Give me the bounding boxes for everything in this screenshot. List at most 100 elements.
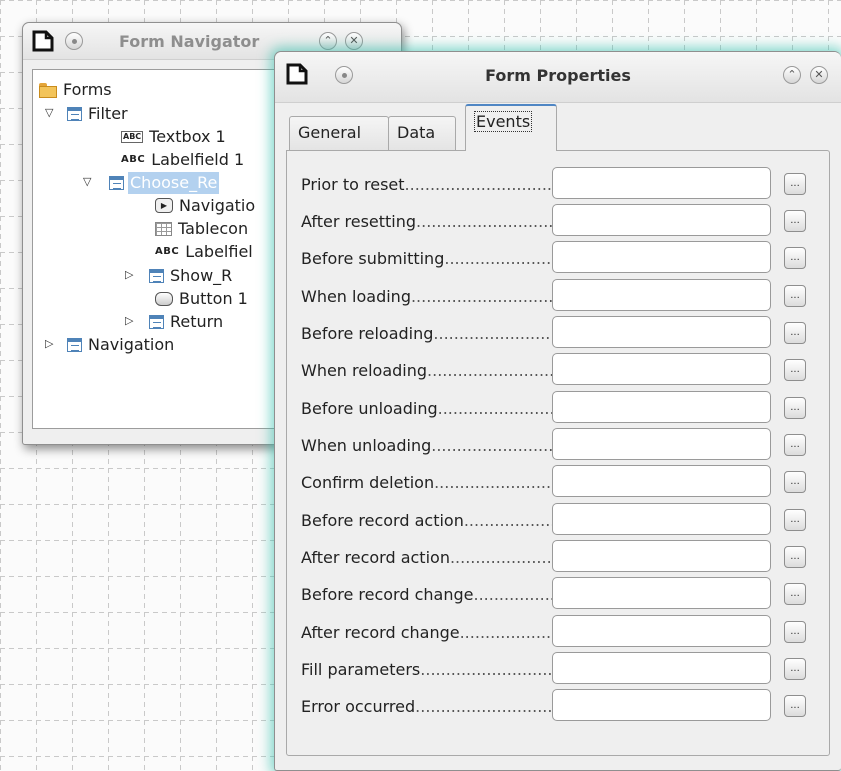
assign-macro-button[interactable]: ... bbox=[784, 695, 806, 717]
tree-item-navigation-bar[interactable]: ▶ Navigatio bbox=[155, 194, 257, 216]
event-row-prior-to-reset: Prior to reset..........................… bbox=[287, 167, 827, 201]
event-label: Before unloading........................… bbox=[301, 399, 553, 418]
event-field-fill-parameters[interactable] bbox=[552, 652, 771, 684]
assign-macro-button[interactable]: ... bbox=[784, 658, 806, 680]
event-row-confirm-deletion: Confirm deletion........................… bbox=[287, 465, 827, 499]
form-icon bbox=[67, 337, 82, 352]
collapsed-triangle-icon[interactable]: ▷ bbox=[125, 310, 139, 332]
event-row-after-resetting: After resetting.........................… bbox=[287, 204, 827, 238]
event-row-before-unloading: Before unloading........................… bbox=[287, 391, 827, 425]
form-properties-titlebar[interactable]: Form Properties ⌃ ✕ bbox=[275, 52, 841, 103]
assign-macro-button[interactable]: ... bbox=[784, 173, 806, 195]
event-field-before-record-change[interactable] bbox=[552, 577, 771, 609]
collapsed-triangle-icon[interactable]: ▷ bbox=[45, 333, 59, 355]
event-label: After record action.....................… bbox=[301, 548, 553, 567]
event-field-when-loading[interactable] bbox=[552, 279, 771, 311]
tree-item-textbox[interactable]: ABC Textbox 1 bbox=[121, 125, 228, 147]
event-field-after-record-change[interactable] bbox=[552, 615, 771, 647]
form-properties-window[interactable]: Form Properties ⌃ ✕ General Data Events … bbox=[274, 51, 841, 771]
tree-item-button[interactable]: Button 1 bbox=[155, 287, 250, 309]
assign-macro-button[interactable]: ... bbox=[784, 397, 806, 419]
app-document-icon bbox=[32, 30, 54, 52]
event-row-before-submitting: Before submitting.......................… bbox=[287, 241, 827, 275]
event-field-before-submitting[interactable] bbox=[552, 241, 771, 273]
event-label: Before record action....................… bbox=[301, 511, 553, 530]
event-label: Prior to reset..........................… bbox=[301, 175, 553, 194]
tree-item-forms[interactable]: Forms bbox=[39, 78, 114, 100]
assign-macro-button[interactable]: ... bbox=[784, 621, 806, 643]
maximize-icon[interactable]: ⌃ bbox=[319, 32, 337, 50]
form-navigator-title: Form Navigator bbox=[119, 32, 260, 51]
assign-macro-button[interactable]: ... bbox=[784, 434, 806, 456]
event-label: When reloading..........................… bbox=[301, 361, 553, 380]
event-label: When loading............................… bbox=[301, 287, 553, 306]
event-field-after-record-action[interactable] bbox=[552, 540, 771, 572]
event-label: When unloading..........................… bbox=[301, 436, 553, 455]
tree-item-choose-re[interactable]: ▽ Choose_Re bbox=[81, 171, 220, 194]
event-row-when-loading: When loading............................… bbox=[287, 279, 827, 313]
close-icon[interactable]: ✕ bbox=[345, 32, 363, 50]
event-field-after-resetting[interactable] bbox=[552, 204, 771, 236]
form-icon bbox=[109, 175, 124, 190]
event-row-when-reloading: When reloading..........................… bbox=[287, 353, 827, 387]
event-row-before-record-action: Before record action....................… bbox=[287, 503, 827, 537]
assign-macro-button[interactable]: ... bbox=[784, 471, 806, 493]
event-field-prior-to-reset[interactable] bbox=[552, 167, 771, 199]
event-field-before-record-action[interactable] bbox=[552, 503, 771, 535]
event-row-error-occurred: Error occurred..........................… bbox=[287, 689, 827, 723]
assign-macro-button[interactable]: ... bbox=[784, 322, 806, 344]
event-field-before-unloading[interactable] bbox=[552, 391, 771, 423]
navigation-bar-icon: ▶ bbox=[155, 198, 173, 213]
event-row-before-reloading: Before reloading........................… bbox=[287, 316, 827, 350]
event-label: Before record change....................… bbox=[301, 585, 553, 604]
expanded-triangle-icon[interactable]: ▽ bbox=[45, 102, 59, 124]
button-icon bbox=[155, 291, 173, 306]
label-icon: ABC bbox=[121, 153, 146, 165]
table-control-icon bbox=[155, 221, 172, 236]
event-label: Confirm deletion........................… bbox=[301, 473, 553, 492]
tree-item-show-r[interactable]: ▷ Show_R bbox=[121, 264, 234, 286]
form-icon bbox=[149, 314, 164, 329]
textbox-icon: ABC bbox=[121, 130, 144, 143]
event-field-when-unloading[interactable] bbox=[552, 428, 771, 460]
assign-macro-button[interactable]: ... bbox=[784, 285, 806, 307]
event-field-error-occurred[interactable] bbox=[552, 689, 771, 721]
event-field-before-reloading[interactable] bbox=[552, 316, 771, 348]
tree-item-table-control[interactable]: Tablecon bbox=[155, 217, 250, 239]
event-label: Before submitting.......................… bbox=[301, 249, 553, 268]
tab-events[interactable]: Events bbox=[465, 104, 557, 151]
maximize-icon[interactable]: ⌃ bbox=[783, 66, 801, 84]
event-row-when-unloading: When unloading..........................… bbox=[287, 428, 827, 462]
collapsed-triangle-icon[interactable]: ▷ bbox=[125, 264, 139, 286]
tab-general[interactable]: General bbox=[289, 116, 389, 150]
form-icon bbox=[67, 106, 82, 121]
window-menu-icon[interactable] bbox=[65, 32, 83, 50]
event-field-when-reloading[interactable] bbox=[552, 353, 771, 385]
event-field-confirm-deletion[interactable] bbox=[552, 465, 771, 497]
tab-data[interactable]: Data bbox=[388, 116, 456, 150]
event-row-after-record-action: After record action.....................… bbox=[287, 540, 827, 574]
label-icon: ABC bbox=[155, 245, 180, 257]
form-properties-title: Form Properties bbox=[485, 66, 631, 85]
tree-item-labelfield[interactable]: ABC Labelfield 1 bbox=[121, 148, 246, 170]
expanded-triangle-icon[interactable]: ▽ bbox=[83, 171, 97, 193]
event-row-fill-parameters: Fill parameters.........................… bbox=[287, 652, 827, 686]
assign-macro-button[interactable]: ... bbox=[784, 546, 806, 568]
events-panel: Prior to reset..........................… bbox=[286, 150, 830, 756]
tree-item-labelfield-2[interactable]: ABC Labelfiel bbox=[155, 240, 255, 262]
assign-macro-button[interactable]: ... bbox=[784, 583, 806, 605]
event-label: After record change.....................… bbox=[301, 623, 553, 642]
tree-item-navigation[interactable]: ▷ Navigation bbox=[39, 333, 176, 355]
event-label: Fill parameters.........................… bbox=[301, 660, 553, 679]
assign-macro-button[interactable]: ... bbox=[784, 247, 806, 269]
assign-macro-button[interactable]: ... bbox=[784, 509, 806, 531]
assign-macro-button[interactable]: ... bbox=[784, 359, 806, 381]
event-label: Before reloading........................… bbox=[301, 324, 553, 343]
assign-macro-button[interactable]: ... bbox=[784, 210, 806, 232]
close-icon[interactable]: ✕ bbox=[810, 66, 828, 84]
tree-item-filter[interactable]: ▽ Filter bbox=[39, 102, 130, 124]
tree-item-return[interactable]: ▷ Return bbox=[121, 310, 225, 332]
event-label: After resetting.........................… bbox=[301, 212, 553, 231]
event-row-after-record-change: After record change.....................… bbox=[287, 615, 827, 649]
event-label: Error occurred..........................… bbox=[301, 697, 553, 716]
